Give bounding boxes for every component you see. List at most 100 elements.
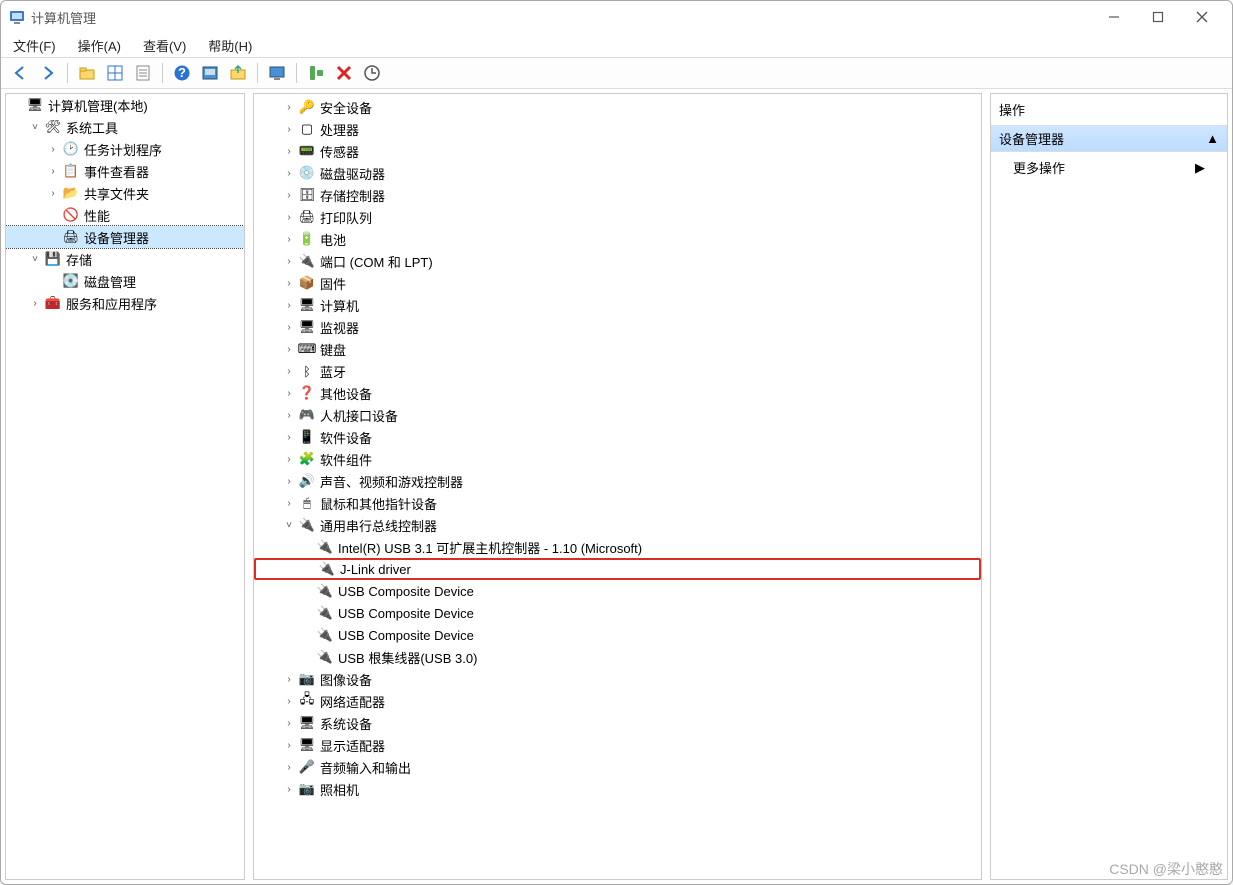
device-tree-pane: ›🔑安全设备›▢处理器›📟传感器›💿磁盘驱动器›🗄存储控制器›🖨打印队列›🔋电池…: [253, 93, 982, 880]
tree-node[interactable]: ›📱软件设备: [254, 426, 981, 448]
actions-more[interactable]: 更多操作 ▶: [991, 152, 1227, 183]
tree-node[interactable]: ›🎮人机接口设备: [254, 404, 981, 426]
chevron-right-icon[interactable]: ›: [46, 186, 60, 200]
menu-file[interactable]: 文件(F): [9, 34, 60, 57]
chevron-right-icon[interactable]: ›: [282, 386, 296, 400]
minimize-button[interactable]: [1092, 3, 1136, 31]
tree-node[interactable]: ›📦固件: [254, 272, 981, 294]
tree-node[interactable]: ›▢处理器: [254, 118, 981, 140]
toolbar-back-button[interactable]: [7, 60, 33, 86]
toolbar-device-add-button[interactable]: [303, 60, 329, 86]
chevron-right-icon[interactable]: ›: [282, 496, 296, 510]
other-icon: ❓: [298, 384, 316, 402]
toolbar-monitor-button[interactable]: [264, 60, 290, 86]
tree-node[interactable]: 🔌J-Link driver: [254, 558, 981, 580]
toolbar-props-button[interactable]: [130, 60, 156, 86]
tree-node[interactable]: 🔌USB Composite Device: [254, 580, 981, 602]
chevron-right-icon[interactable]: ›: [282, 474, 296, 488]
tree-node[interactable]: ›🔊声音、视频和游戏控制器: [254, 470, 981, 492]
device-tree-scroll[interactable]: ›🔑安全设备›▢处理器›📟传感器›💿磁盘驱动器›🗄存储控制器›🖨打印队列›🔋电池…: [254, 94, 981, 879]
tree-node[interactable]: ›🗄存储控制器: [254, 184, 981, 206]
tree-node[interactable]: ›🕑任务计划程序: [6, 138, 244, 160]
chevron-right-icon[interactable]: ›: [282, 122, 296, 136]
chevron-right-icon[interactable]: ›: [282, 408, 296, 422]
tree-node[interactable]: ˅💾存储: [6, 248, 244, 270]
chevron-right-icon[interactable]: ›: [282, 144, 296, 158]
toolbar-device-update-button[interactable]: [359, 60, 385, 86]
chevron-right-icon[interactable]: ›: [46, 142, 60, 156]
tree-node[interactable]: 🚫性能: [6, 204, 244, 226]
toolbar-forward-button[interactable]: [35, 60, 61, 86]
tree-node[interactable]: ›❓其他设备: [254, 382, 981, 404]
toolbar-export-button[interactable]: [225, 60, 251, 86]
chevron-right-icon[interactable]: ›: [282, 430, 296, 444]
chevron-down-icon[interactable]: ˅: [28, 252, 42, 266]
tree-node[interactable]: ›🖥系统设备: [254, 712, 981, 734]
tree-node[interactable]: ˅🛠系统工具: [6, 116, 244, 138]
actions-section-header[interactable]: 设备管理器 ▲: [991, 125, 1227, 152]
chevron-right-icon[interactable]: ›: [282, 672, 296, 686]
diskdrv-icon: 💿: [298, 164, 316, 182]
tree-node[interactable]: 🔌USB 根集线器(USB 3.0): [254, 646, 981, 668]
tree-node[interactable]: ˅🔌通用串行总线控制器: [254, 514, 981, 536]
chevron-down-icon[interactable]: ˅: [282, 518, 296, 532]
tree-node[interactable]: ›📷照相机: [254, 778, 981, 800]
chevron-right-icon[interactable]: ›: [282, 298, 296, 312]
toolbar-folder-up-button[interactable]: [74, 60, 100, 86]
toolbar-console-button[interactable]: [197, 60, 223, 86]
menu-help[interactable]: 帮助(H): [204, 34, 256, 57]
chevron-right-icon[interactable]: ›: [28, 296, 42, 310]
tree-node[interactable]: 🖥计算机管理(本地): [6, 94, 244, 116]
close-button[interactable]: [1180, 3, 1224, 31]
menu-action[interactable]: 操作(A): [74, 34, 125, 57]
chevron-right-icon[interactable]: ›: [282, 452, 296, 466]
chevron-right-icon[interactable]: ›: [282, 716, 296, 730]
actions-more-label: 更多操作: [1013, 158, 1065, 177]
chevron-right-icon[interactable]: ›: [282, 364, 296, 378]
tree-node[interactable]: ›🖥显示适配器: [254, 734, 981, 756]
chevron-right-icon[interactable]: ›: [282, 738, 296, 752]
tree-node[interactable]: ›📟传感器: [254, 140, 981, 162]
tree-node[interactable]: ›🖥计算机: [254, 294, 981, 316]
tree-node[interactable]: 🔌USB Composite Device: [254, 602, 981, 624]
chevron-right-icon[interactable]: ›: [282, 166, 296, 180]
tree-node[interactable]: ›📂共享文件夹: [6, 182, 244, 204]
chevron-right-icon[interactable]: ›: [282, 694, 296, 708]
tree-node[interactable]: ›🖥监视器: [254, 316, 981, 338]
tree-node[interactable]: ›🔋电池: [254, 228, 981, 250]
chevron-right-icon[interactable]: ›: [282, 100, 296, 114]
tree-node[interactable]: 🖨设备管理器: [6, 226, 244, 248]
chevron-right-icon[interactable]: ›: [282, 210, 296, 224]
chevron-right-icon[interactable]: ›: [282, 254, 296, 268]
tree-node[interactable]: ›💿磁盘驱动器: [254, 162, 981, 184]
tree-node[interactable]: 🔌Intel(R) USB 3.1 可扩展主机控制器 - 1.10 (Micro…: [254, 536, 981, 558]
toolbar-device-remove-button[interactable]: [331, 60, 357, 86]
tree-node[interactable]: ›⌨键盘: [254, 338, 981, 360]
chevron-right-icon[interactable]: ›: [282, 782, 296, 796]
tree-node[interactable]: ›🧰服务和应用程序: [6, 292, 244, 314]
tree-node[interactable]: ›📷图像设备: [254, 668, 981, 690]
chevron-right-icon[interactable]: ›: [282, 276, 296, 290]
toolbar-grid-button[interactable]: [102, 60, 128, 86]
tree-node[interactable]: ›🔌端口 (COM 和 LPT): [254, 250, 981, 272]
chevron-down-icon[interactable]: ˅: [28, 120, 42, 134]
menu-view[interactable]: 查看(V): [139, 34, 190, 57]
chevron-right-icon[interactable]: ›: [46, 164, 60, 178]
tree-node[interactable]: ›📋事件查看器: [6, 160, 244, 182]
chevron-right-icon[interactable]: ›: [282, 188, 296, 202]
tree-node[interactable]: ›ᛒ蓝牙: [254, 360, 981, 382]
chevron-right-icon[interactable]: ›: [282, 232, 296, 246]
tree-node[interactable]: 💽磁盘管理: [6, 270, 244, 292]
toolbar-help-button[interactable]: ?: [169, 60, 195, 86]
chevron-right-icon[interactable]: ›: [282, 760, 296, 774]
chevron-right-icon[interactable]: ›: [282, 342, 296, 356]
tree-node[interactable]: ›🔑安全设备: [254, 96, 981, 118]
tree-node[interactable]: ›🖧网络适配器: [254, 690, 981, 712]
tree-node[interactable]: ›🖱鼠标和其他指针设备: [254, 492, 981, 514]
tree-node[interactable]: ›🎤音频输入和输出: [254, 756, 981, 778]
tree-node[interactable]: 🔌USB Composite Device: [254, 624, 981, 646]
tree-node[interactable]: ›🧩软件组件: [254, 448, 981, 470]
chevron-right-icon[interactable]: ›: [282, 320, 296, 334]
maximize-button[interactable]: [1136, 3, 1180, 31]
tree-node[interactable]: ›🖨打印队列: [254, 206, 981, 228]
